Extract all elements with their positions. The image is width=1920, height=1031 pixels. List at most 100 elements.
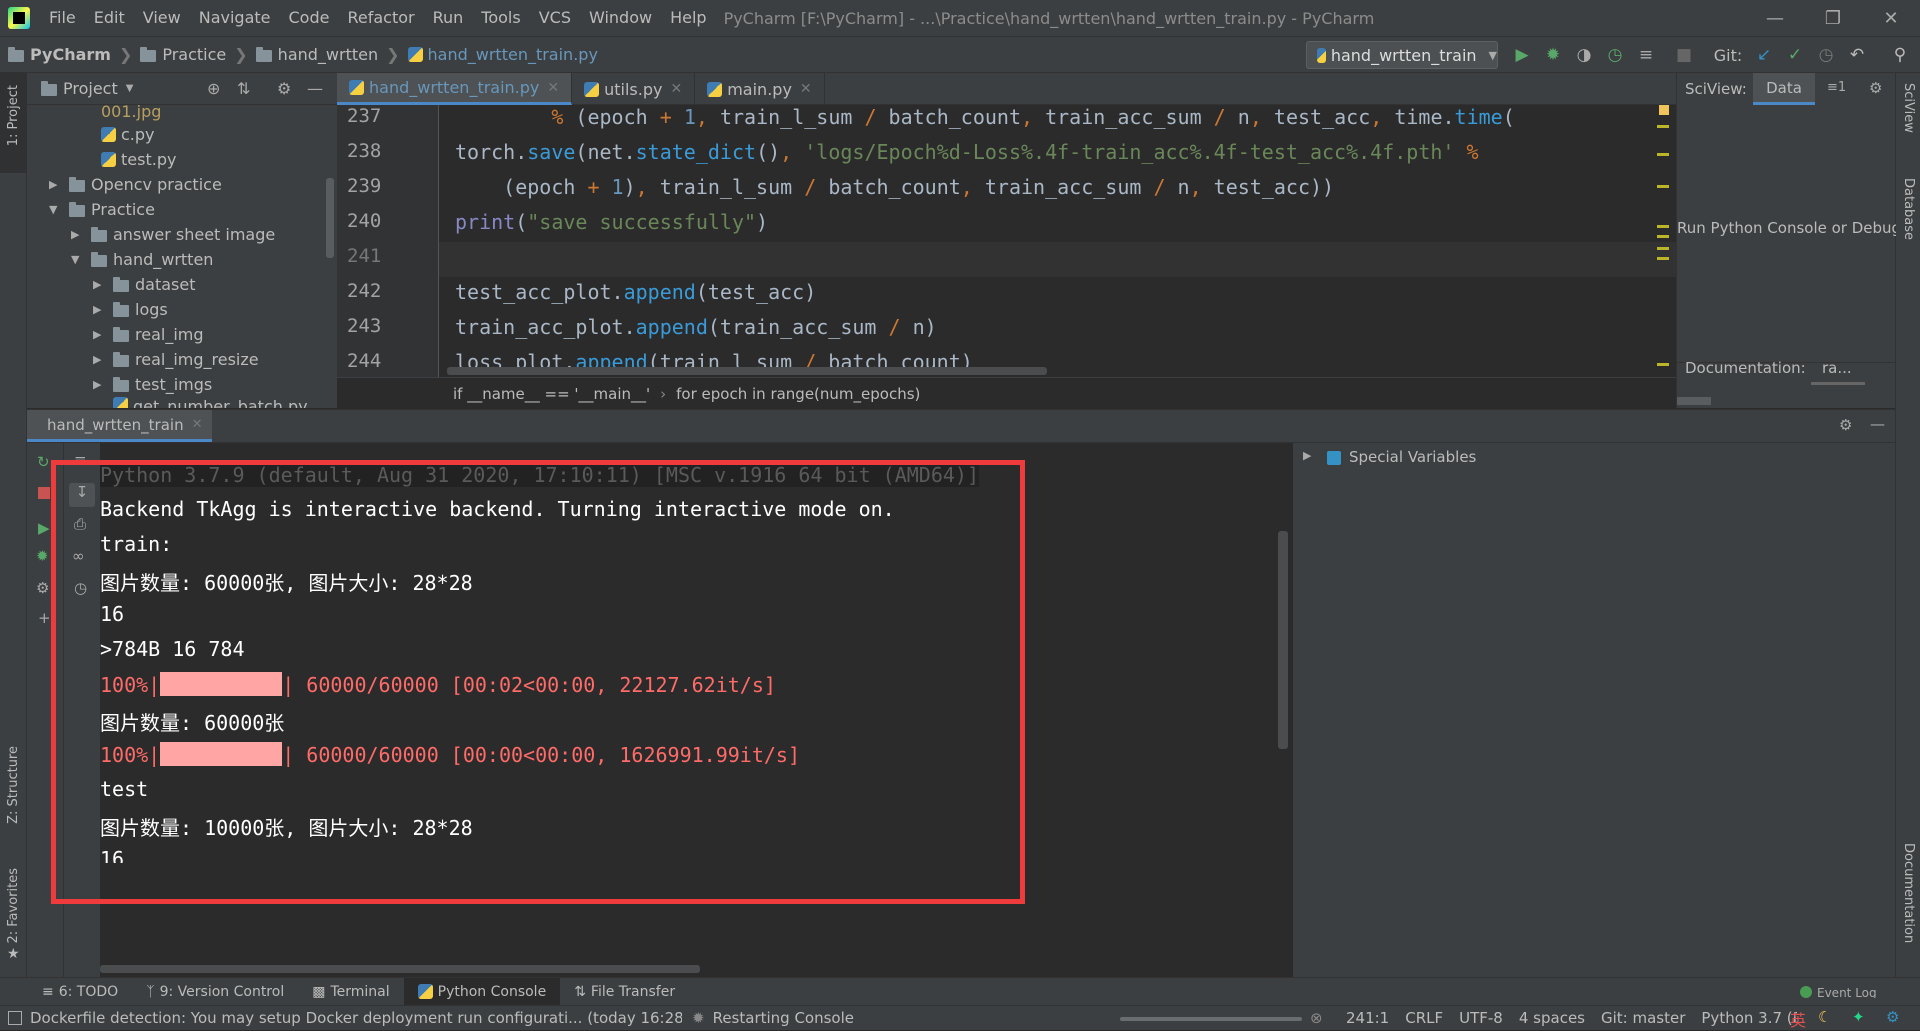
close-window-button[interactable]: ✕ [1866, 0, 1916, 36]
line-separator[interactable]: CRLF [1397, 1009, 1451, 1027]
tab-terminal[interactable]: ▩ Terminal [298, 978, 403, 1006]
project-title[interactable]: Project [63, 79, 118, 98]
expand-arrow-icon[interactable]: ▶ [93, 378, 107, 391]
menu-help[interactable]: Help [661, 0, 715, 36]
database-tool-label[interactable]: Database [1901, 178, 1916, 240]
expand-arrow-icon[interactable]: ▶ [49, 178, 63, 191]
coverage-icon[interactable]: ◑ [1572, 43, 1596, 67]
menu-navigate[interactable]: Navigate [190, 0, 280, 36]
editor-scrollbar-markers[interactable] [1657, 105, 1669, 377]
tab-data[interactable]: Data [1753, 73, 1815, 105]
close-icon[interactable]: ✕ [192, 417, 203, 432]
tree-item[interactable]: get_number_batch.py [113, 397, 308, 408]
breadcrumb-practice[interactable]: Practice ❯ [140, 45, 248, 64]
tab-main[interactable]: main.py ✕ [695, 73, 825, 105]
tree-item[interactable]: ▶ dataset [93, 272, 196, 297]
tab-file-transfer[interactable]: ⇅ File Transfer [560, 978, 689, 1006]
special-variables[interactable]: Special Variables [1349, 448, 1476, 466]
plugin-icon[interactable]: ✦ [1852, 1008, 1865, 1026]
menu-code[interactable]: Code [280, 0, 339, 36]
rollback-icon[interactable]: ↶ [1845, 43, 1869, 67]
warning-indicator-icon[interactable] [1659, 105, 1669, 115]
tree-item[interactable]: ▶ Opencv practice [49, 172, 222, 197]
tree-item[interactable]: ▶ real_img [93, 322, 204, 347]
menu-refactor[interactable]: Refactor [338, 0, 423, 36]
status-message[interactable]: Dockerfile detection: You may setup Dock… [22, 1009, 682, 1027]
expand-arrow-icon[interactable]: ▶ [93, 328, 107, 341]
gear-icon[interactable]: ⚙ [1839, 416, 1852, 434]
run-icon[interactable]: ▶ [1510, 43, 1534, 67]
menu-window[interactable]: Window [580, 0, 661, 36]
settings-icon[interactable]: ⚙ [36, 579, 49, 597]
collapse-arrow-icon[interactable]: ▼ [71, 253, 85, 266]
close-icon[interactable]: ✕ [547, 80, 559, 96]
close-icon[interactable]: ✕ [800, 81, 812, 97]
menu-view[interactable]: View [134, 0, 190, 36]
hide-panel-icon[interactable]: — [1870, 415, 1885, 433]
breadcrumb-pycharm[interactable]: PyCharm ❯ [8, 45, 132, 64]
tab-hand-wrtten-train[interactable]: hand_wrtten_train.py ✕ [337, 73, 573, 105]
cancel-icon[interactable]: ⊗ [1310, 1009, 1323, 1027]
git-commit-icon[interactable]: ✓ [1783, 43, 1807, 67]
favorites-tool-label[interactable]: 2: Favorites [6, 868, 21, 944]
documentation-tab[interactable]: ra... [1822, 359, 1852, 377]
chevron-down-icon[interactable]: ▼ [126, 83, 134, 94]
close-icon[interactable]: ✕ [670, 81, 682, 97]
project-scrollbar[interactable] [326, 178, 334, 258]
breadcrumb-file[interactable]: hand_wrtten_train.py [407, 45, 598, 64]
restore-button[interactable]: ❐ [1808, 0, 1858, 36]
locate-icon[interactable]: ⊕ [207, 79, 220, 98]
structure-tool-label[interactable]: Z: Structure [6, 746, 21, 824]
debug-icon[interactable]: ✹ [1541, 43, 1565, 67]
stop-icon[interactable] [38, 487, 50, 499]
menu-run[interactable]: Run [424, 0, 473, 36]
tree-item[interactable]: ▶ real_img_resize [93, 347, 259, 372]
tree-item[interactable]: ▼ Practice [49, 197, 155, 222]
ime-indicator[interactable]: 英 [1782, 1006, 1814, 1031]
git-history-icon[interactable]: ◷ [1814, 43, 1838, 67]
menu-tools[interactable]: Tools [472, 0, 529, 36]
tab-python-console[interactable]: Python Console [403, 977, 561, 1006]
search-icon[interactable]: ⚲ [1888, 43, 1912, 67]
git-branch[interactable]: Git: master [1593, 1009, 1693, 1027]
stop-icon[interactable]: ■ [1672, 43, 1696, 67]
breadcrumb-if-main[interactable]: if __name__ == '__main__' [453, 385, 650, 403]
run-configuration-select[interactable]: hand_wrtten_train ▼ [1306, 41, 1498, 69]
moon-icon[interactable]: ☾ [1818, 1008, 1831, 1026]
menu-file[interactable]: File [40, 0, 85, 36]
run-icon[interactable]: ▶ [38, 519, 50, 537]
breadcrumb-hand-wrtten[interactable]: hand_wrtten ❯ [255, 45, 400, 64]
tree-item[interactable]: c.py [101, 122, 155, 147]
inspector-icon[interactable]: ⚙ [1886, 1008, 1899, 1026]
sciview-scrollbar[interactable] [1677, 397, 1711, 405]
tree-item[interactable]: ▶ test_imgs [93, 372, 212, 397]
event-log-tab[interactable]: Event Log [1800, 986, 1877, 998]
expand-arrow-icon[interactable]: ▶ [1303, 449, 1311, 462]
hide-panel-icon[interactable]: — [307, 79, 323, 98]
editor-horizontal-scrollbar[interactable] [447, 367, 1047, 375]
expand-arrow-icon[interactable]: ▶ [93, 303, 107, 316]
console-tab[interactable]: hand_wrtten_train ✕ [27, 410, 212, 442]
add-icon[interactable]: + [38, 609, 51, 627]
toggle-tool-windows-icon[interactable] [8, 1011, 22, 1025]
options-icon[interactable]: ≡1 [1827, 80, 1846, 95]
tree-item[interactable]: test.py [101, 147, 176, 172]
breadcrumb-for-epoch[interactable]: for epoch in range(num_epochs) [676, 385, 920, 403]
console-scrollbar[interactable] [1278, 531, 1288, 749]
tree-item[interactable]: ▶ logs [93, 297, 168, 322]
rerun-icon[interactable]: ↻ [37, 453, 50, 471]
tree-item[interactable]: ▶ answer sheet image [71, 222, 275, 247]
documentation-tool-label[interactable]: Documentation [1901, 843, 1916, 943]
caret-position[interactable]: 241:1 [1338, 1009, 1397, 1027]
project-tool-label[interactable]: 1: Project [6, 85, 21, 146]
code-editor[interactable]: 237 238 239 240 241 242 243 244 % (epoch… [337, 105, 1676, 377]
gear-icon[interactable]: ⚙ [277, 79, 291, 98]
console-horizontal-scrollbar[interactable] [100, 965, 700, 973]
file-encoding[interactable]: UTF-8 [1451, 1009, 1511, 1027]
debug-icon[interactable]: ✹ [36, 547, 49, 565]
collapse-all-icon[interactable]: ⇅ [237, 79, 250, 98]
tree-item[interactable]: ▼ hand_wrtten [71, 247, 213, 272]
git-update-icon[interactable]: ↙ [1752, 43, 1776, 67]
expand-arrow-icon[interactable]: ▶ [71, 228, 85, 241]
indent-setting[interactable]: 4 spaces [1511, 1009, 1593, 1027]
